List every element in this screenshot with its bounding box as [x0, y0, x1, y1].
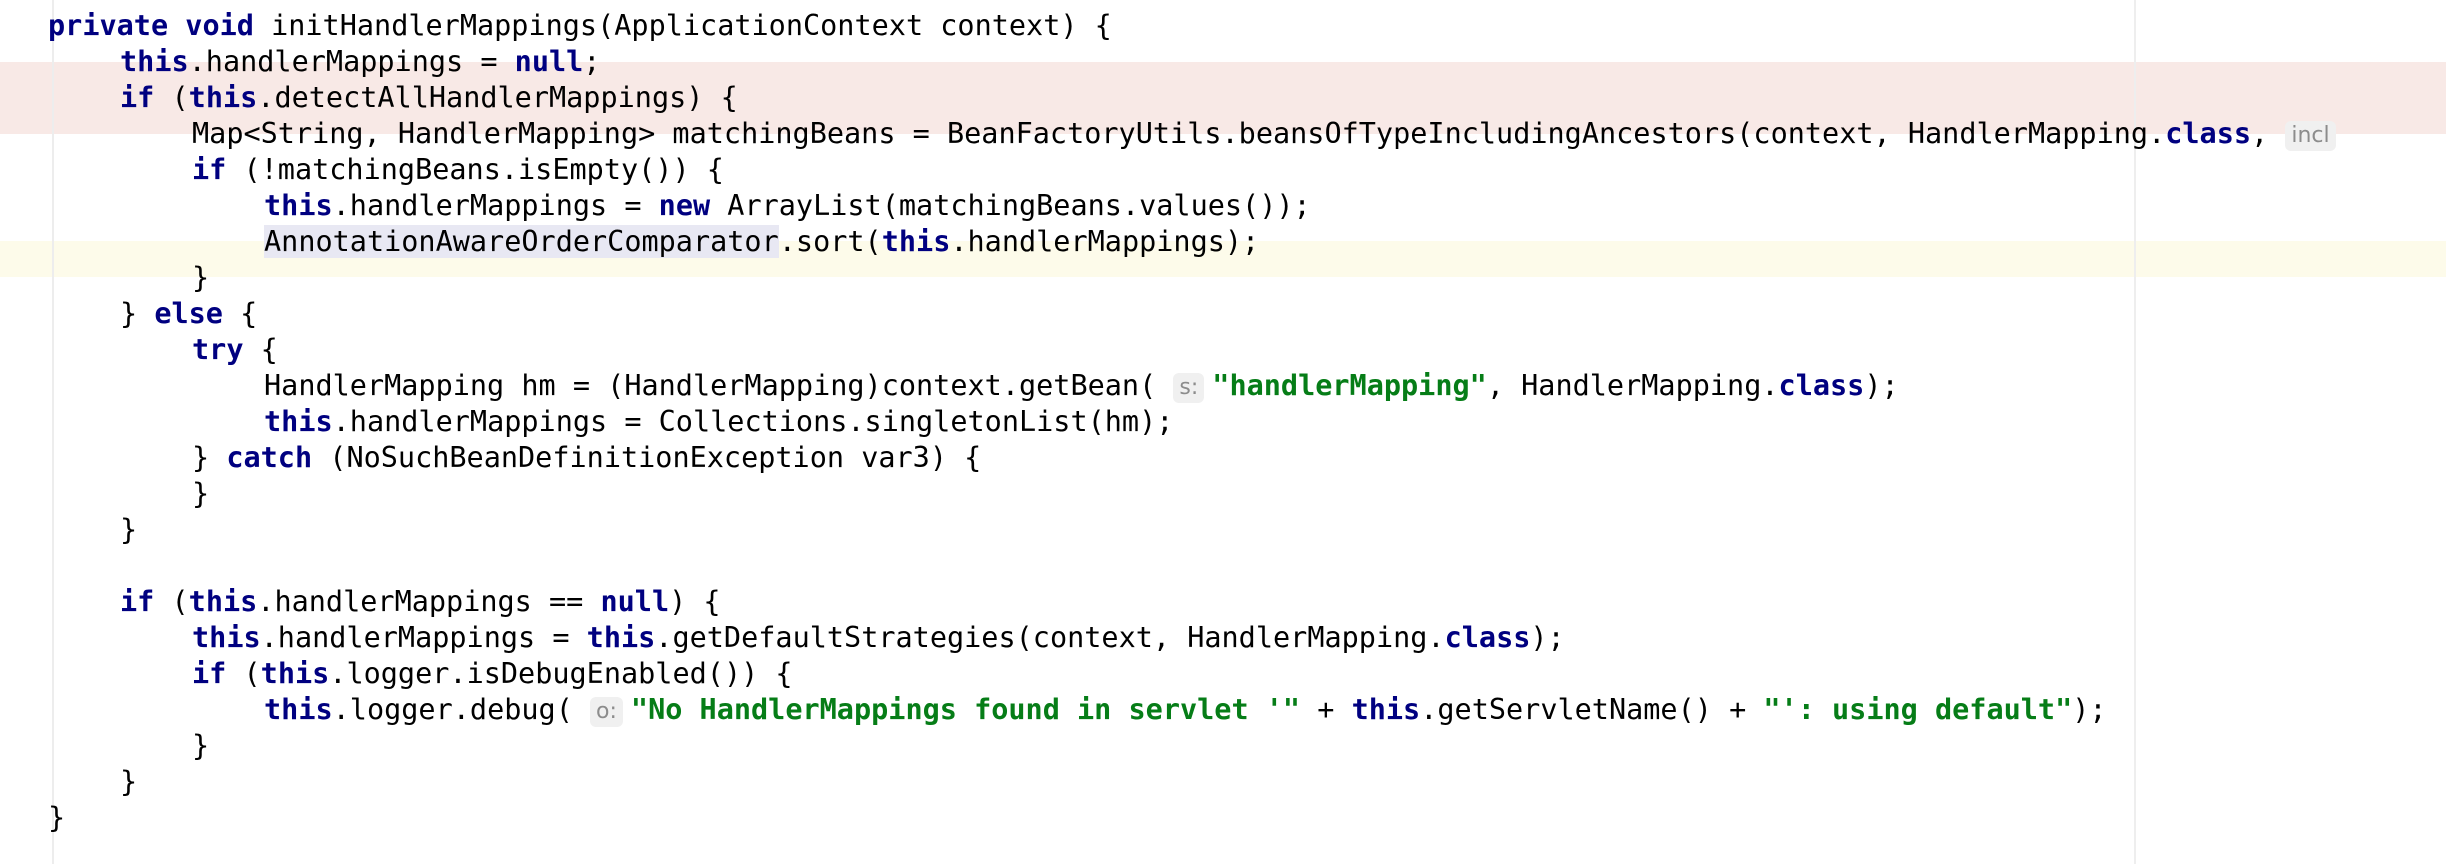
code-token: (NoSuchBeanDefinitionException var3) {: [312, 441, 982, 474]
code-token: .handlerMappings ==: [257, 585, 601, 618]
code-token: }: [120, 297, 155, 330]
keyword-token: try: [192, 333, 244, 366]
code-token: );: [1530, 621, 1565, 654]
code-token: ) {: [669, 585, 721, 618]
keyword-token: this: [1351, 693, 1421, 726]
code-editor[interactable]: private void initHandlerMappings(Applica…: [0, 0, 2446, 864]
code-token: +: [1300, 693, 1352, 726]
code-token: , HandlerMapping.: [1486, 369, 1779, 402]
code-line-if-debug-enabled[interactable]: if (this.logger.isDebugEnabled()) {: [192, 656, 793, 692]
code-line-if-detect-all[interactable]: if (this.detectAllHandlerMappings) {: [120, 80, 738, 116]
code-token: }: [48, 801, 66, 834]
keyword-token: this: [260, 657, 330, 690]
code-token: .detectAllHandlerMappings) {: [257, 81, 738, 114]
code-token: .getServletName() +: [1420, 693, 1764, 726]
keyword-token: null: [600, 585, 670, 618]
keyword-token: if: [192, 657, 227, 690]
keyword-token: null: [514, 45, 584, 78]
keyword-token: class: [1778, 369, 1865, 402]
code-line-if-not-empty[interactable]: if (!matchingBeans.isEmpty()) {: [192, 152, 724, 188]
code-token: }: [192, 477, 210, 510]
code-line-default-strategies[interactable]: this.handlerMappings = this.getDefaultSt…: [192, 620, 1565, 656]
code-token: }: [120, 765, 138, 798]
code-token: .logger.isDebugEnabled()) {: [329, 657, 793, 690]
code-token: }: [192, 729, 210, 762]
code-line-logger-debug[interactable]: this.logger.debug( o: "No HandlerMappings…: [264, 692, 2107, 728]
code-token: initHandlerMappings(ApplicationContext c…: [253, 9, 1112, 42]
keyword-token: this: [586, 621, 656, 654]
keyword-token: class: [2165, 117, 2252, 150]
code-line-sort-call[interactable]: AnnotationAwareOrderComparator.sort(this…: [264, 224, 1259, 260]
code-line-else-branch[interactable]: } else {: [120, 296, 257, 332]
code-token: (!matchingBeans.isEmpty()) {: [226, 153, 724, 186]
code-token: .logger.debug(: [332, 693, 591, 726]
code-token: HandlerMapping hm = (HandlerMapping)cont…: [264, 369, 1174, 402]
code-line-close-if-null[interactable]: }: [120, 764, 137, 800]
code-line-method-signature[interactable]: private void initHandlerMappings(Applica…: [48, 8, 1112, 44]
code-token: .getDefaultStrategies(context, HandlerMa…: [655, 621, 1445, 654]
keyword-token: else: [154, 297, 223, 330]
keyword-token: this: [120, 45, 189, 78]
code-line-if-null-check[interactable]: if (this.handlerMappings == null) {: [120, 584, 721, 620]
code-line-get-bean[interactable]: HandlerMapping hm = (HandlerMapping)cont…: [264, 368, 1899, 404]
code-line-close-catch[interactable]: }: [192, 476, 209, 512]
code-line-singleton-list[interactable]: this.handlerMappings = Collections.singl…: [264, 404, 1173, 440]
keyword-token: private: [48, 9, 169, 42]
code-token: .sort(: [778, 225, 882, 258]
keyword-token: this: [264, 693, 333, 726]
code-line-close-if-not-empty[interactable]: }: [192, 260, 209, 296]
code-token: (: [226, 657, 261, 690]
string-literal: "No HandlerMappings found in servlet '": [630, 693, 1301, 726]
keyword-token: catch: [226, 441, 313, 474]
code-token: .handlerMappings =: [332, 189, 659, 222]
code-line-catch-clause[interactable]: } catch (NoSuchBeanDefinitionException v…: [192, 440, 981, 476]
keyword-token: this: [264, 189, 333, 222]
code-token: .handlerMappings);: [950, 225, 1260, 258]
keyword-token: this: [881, 225, 951, 258]
code-token: .handlerMappings =: [260, 621, 587, 654]
code-token: );: [1864, 369, 1899, 402]
keyword-token: if: [192, 153, 227, 186]
code-line-close-method[interactable]: }: [48, 800, 65, 836]
parameter-hint: o:: [590, 697, 623, 727]
code-line-assign-null[interactable]: this.handlerMappings = null;: [120, 44, 600, 80]
code-line-matching-beans[interactable]: Map<String, HandlerMapping> matchingBean…: [192, 116, 2344, 152]
code-token: }: [192, 441, 227, 474]
parameter-hint: incl: [2285, 121, 2336, 151]
keyword-token: new: [658, 189, 711, 222]
code-token: {: [243, 333, 278, 366]
code-line-close-if-debug[interactable]: }: [192, 728, 209, 764]
string-literal: "handlerMapping": [1212, 369, 1487, 402]
code-token: }: [192, 261, 210, 294]
code-line-new-arraylist[interactable]: this.handlerMappings = new ArrayList(mat…: [264, 188, 1311, 224]
code-line-close-else[interactable]: }: [120, 512, 137, 548]
keyword-token: this: [192, 621, 261, 654]
code-line-try-open[interactable]: try {: [192, 332, 278, 368]
keyword-token: if: [120, 585, 155, 618]
parameter-hint: s:: [1173, 373, 1205, 403]
code-token: (: [154, 585, 189, 618]
code-token: .handlerMappings = Collections.singleton…: [332, 405, 1174, 438]
highlighted-identifier: AnnotationAwareOrderComparator: [264, 225, 779, 258]
code-fold-guide: [52, 0, 54, 864]
code-token: ,: [2251, 117, 2286, 150]
string-literal: "': using default": [1763, 693, 2073, 726]
keyword-token: this: [264, 405, 333, 438]
code-token: {: [222, 297, 258, 330]
keyword-token: void: [185, 9, 254, 42]
keyword-token: this: [188, 585, 258, 618]
code-token: );: [2072, 693, 2107, 726]
keyword-token: this: [188, 81, 258, 114]
code-token: ;: [583, 45, 601, 78]
code-token: ArrayList(matchingBeans.values());: [710, 189, 1311, 222]
code-token: .handlerMappings =: [188, 45, 515, 78]
code-token: (: [154, 81, 189, 114]
code-token: }: [120, 513, 138, 546]
code-token: Map<String, HandlerMapping> matchingBean…: [192, 117, 2166, 150]
keyword-token: class: [1444, 621, 1531, 654]
keyword-token: if: [120, 81, 155, 114]
